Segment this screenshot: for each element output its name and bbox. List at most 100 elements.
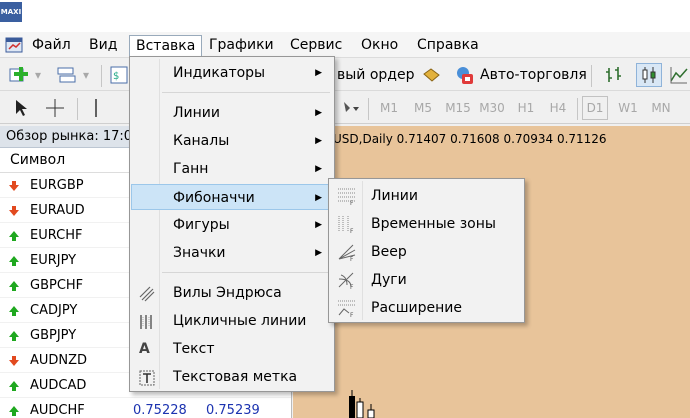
fibo-item-time-zones[interactable]: F Временные зоны (331, 210, 522, 238)
menu-window[interactable]: Окно (355, 35, 404, 56)
period-m15[interactable]: M15 (443, 98, 473, 118)
symbol-name: GBPJPY (30, 328, 77, 343)
period-m1[interactable]: M1 (377, 98, 401, 118)
arrow-up-icon (9, 256, 19, 266)
submenu-arrow-icon: ▶ (315, 108, 322, 118)
market-watch-icon[interactable]: $ (108, 64, 130, 86)
fibo-lines-icon: F (337, 187, 357, 207)
auto-trading-icon[interactable] (452, 64, 476, 86)
fibo-item-fan[interactable]: F Веер (331, 238, 522, 266)
menu-tools[interactable]: Сервис (284, 35, 348, 56)
period-m30[interactable]: M30 (477, 98, 507, 118)
insert-menu: Индикаторы ▶ Линии ▶ Каналы ▶ Ганн ▶ Фиб… (129, 56, 335, 392)
menu-item-cycle-lines[interactable]: Цикличные линии (132, 308, 332, 334)
fibo-item-lines[interactable]: F Линии (331, 182, 522, 210)
menu-file[interactable]: Файл (26, 35, 77, 56)
fibo-fan-icon: F (337, 243, 357, 263)
submenu-arrow-icon: ▶ (315, 220, 322, 230)
period-h4[interactable]: H4 (546, 98, 570, 118)
window-icon[interactable] (4, 35, 24, 55)
menu-item-label: Текст (173, 341, 215, 357)
symbol-name: AUDCAD (30, 378, 87, 393)
arrow-up-icon (9, 306, 19, 316)
menu-item-label: Значки (173, 245, 226, 261)
vertical-line-icon[interactable] (86, 97, 106, 119)
arrow-up-icon (9, 331, 19, 341)
ask-price: 0.75239 (206, 403, 260, 418)
fibo-expansion-icon: F (337, 299, 357, 319)
menu-view[interactable]: Вид (83, 35, 123, 56)
toolbar-separator (577, 98, 578, 120)
fibo-item-expansion[interactable]: F Расширение (331, 294, 522, 322)
auto-trading-button[interactable]: Авто-торговля (480, 65, 587, 85)
candlestick-chart-icon[interactable] (636, 63, 662, 87)
objects-dropdown-icon[interactable] (340, 98, 362, 118)
menu-item-arrows[interactable]: Значки ▶ (132, 240, 332, 266)
arrow-up-icon (9, 281, 19, 291)
new-order-button[interactable]: вый ордер (337, 65, 415, 85)
menu-separator (162, 92, 330, 93)
chevron-down-icon[interactable]: ▾ (80, 65, 92, 85)
fibo-item-label: Расширение (371, 300, 462, 316)
menu-item-indicators[interactable]: Индикаторы ▶ (132, 60, 332, 86)
candles (349, 390, 375, 418)
menu-item-label: Ганн (173, 161, 209, 177)
submenu-arrow-icon: ▶ (315, 193, 322, 203)
symbol-name: EURAUD (30, 203, 85, 218)
toolbar-separator (101, 65, 102, 87)
cursor-icon[interactable] (10, 97, 32, 119)
line-chart-icon[interactable] (668, 64, 690, 86)
menu-item-label: Линии (173, 105, 220, 121)
menu-item-gann[interactable]: Ганн ▶ (132, 156, 332, 182)
chart-title: USD,Daily 0.71407 0.71608 0.70934 0.7112… (333, 132, 607, 146)
fibo-item-label: Дуги (371, 272, 407, 288)
menu-item-label: Индикаторы (173, 65, 266, 81)
menu-item-channels[interactable]: Каналы ▶ (132, 128, 332, 154)
menu-item-lines[interactable]: Линии ▶ (132, 100, 332, 126)
arrow-up-icon (9, 381, 19, 391)
menu-item-label: Текстовая метка (173, 369, 298, 385)
submenu-arrow-icon: ▶ (315, 248, 322, 258)
title-bar: MAXI (0, 0, 690, 32)
arrow-down-icon (9, 356, 19, 366)
menu-bar: Файл Вид Вставка Графики Сервис Окно Спр… (0, 32, 690, 58)
menu-charts[interactable]: Графики (203, 35, 280, 56)
symbol-name: AUDNZD (30, 353, 88, 368)
svg-text:F: F (350, 312, 354, 317)
bar-chart-icon[interactable] (602, 64, 626, 86)
menu-item-shapes[interactable]: Фигуры ▶ (132, 212, 332, 238)
andrews-pitchfork-icon (139, 285, 155, 302)
menu-item-andrews-pitchfork[interactable]: Вилы Эндрюса (132, 280, 332, 306)
menu-item-label: Цикличные линии (173, 313, 307, 329)
text-icon: A (139, 341, 150, 357)
fibo-arcs-icon: F (337, 271, 357, 291)
period-mn[interactable]: MN (647, 98, 675, 118)
crosshair-icon[interactable] (44, 97, 66, 119)
menu-insert[interactable]: Вставка (129, 35, 203, 56)
menu-item-label: Каналы (173, 133, 230, 149)
svg-text:F: F (350, 228, 354, 233)
bid-price: 0.75228 (133, 403, 187, 418)
fibo-item-arcs[interactable]: F Дуги (331, 266, 522, 294)
menu-item-fibonacci[interactable]: Фибоначчи ▶ (131, 184, 333, 210)
svg-text:F: F (350, 284, 354, 289)
symbol-name: EURGBP (30, 178, 84, 193)
svg-text:F: F (350, 256, 354, 261)
new-chart-icon[interactable] (7, 64, 31, 86)
arrow-up-icon (9, 231, 19, 241)
period-w1[interactable]: W1 (615, 98, 641, 118)
drawing-toolbar: M1 M5 M15 M30 H1 H4 D1 W1 MN (0, 92, 690, 124)
period-m5[interactable]: M5 (410, 98, 436, 118)
menu-help[interactable]: Справка (411, 35, 485, 56)
menu-item-text[interactable]: A Текст (132, 336, 332, 362)
period-d1[interactable]: D1 (582, 96, 608, 120)
symbol-name: EURJPY (30, 253, 77, 268)
menu-separator (162, 272, 330, 273)
period-h1[interactable]: H1 (514, 98, 538, 118)
chevron-down-icon[interactable]: ▾ (32, 65, 44, 85)
metaeditor-icon[interactable] (420, 65, 442, 85)
menu-item-text-label[interactable]: Текстовая метка (132, 364, 332, 390)
profiles-icon[interactable] (54, 64, 78, 86)
toolbar-separator (591, 65, 592, 87)
market-row[interactable]: AUDCHF 0.75228 0.75239 (0, 398, 291, 418)
